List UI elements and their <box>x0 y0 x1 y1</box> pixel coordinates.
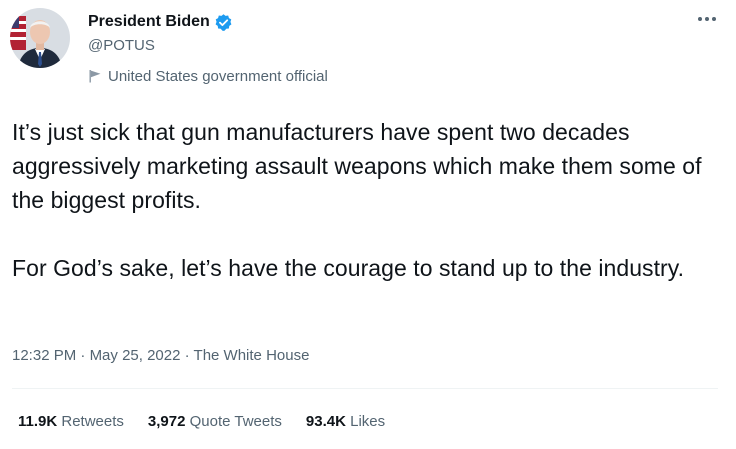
author-handle[interactable]: @POTUS <box>88 37 155 54</box>
retweets-count: 11.9K <box>18 413 58 430</box>
quote-tweets-stat[interactable]: 3,972 Quote Tweets <box>148 413 282 430</box>
retweets-label: Retweets <box>61 413 124 430</box>
tweet-time[interactable]: 12:32 PM <box>12 347 76 364</box>
more-options-button[interactable] <box>692 9 722 29</box>
likes-label: Likes <box>350 413 386 430</box>
avatar-image <box>10 8 70 68</box>
tweet-metadata: 12:32 PM · May 25, 2022 · The White Hous… <box>12 347 309 364</box>
likes-stat[interactable]: 93.4K Likes <box>306 413 385 430</box>
engagement-stats: 11.9K Retweets 3,972 Quote Tweets 93.4K … <box>18 413 385 430</box>
quote-tweets-count: 3,972 <box>147 413 186 430</box>
government-official-label[interactable]: United States government official <box>88 67 328 85</box>
divider <box>12 388 718 389</box>
quote-tweets-label: Quote Tweets <box>189 413 282 430</box>
avatar[interactable] <box>10 8 70 68</box>
tweet-source[interactable]: The White House <box>194 347 310 364</box>
tweet-date[interactable]: May 25, 2022 <box>90 347 181 364</box>
verified-badge-icon <box>214 13 233 32</box>
retweets-stat[interactable]: 11.9K Retweets <box>18 413 124 430</box>
meta-separator: · <box>80 347 86 364</box>
more-options-icon <box>698 17 716 21</box>
flag-icon <box>88 69 102 83</box>
author-name-row: President Biden <box>88 11 233 33</box>
tweet-paragraph: It’s just sick that gun manufacturers ha… <box>12 119 702 213</box>
author-display-name[interactable]: President Biden <box>88 13 210 31</box>
tweet-text: It’s just sick that gun manufacturers ha… <box>12 115 724 285</box>
meta-separator: · <box>184 347 190 364</box>
government-label-text: United States government official <box>108 67 328 85</box>
tweet-paragraph: For God’s sake, let’s have the courage t… <box>12 255 685 281</box>
tweet-card: President Biden @POTUS United States gov… <box>0 0 736 449</box>
likes-count: 93.4K <box>305 413 346 430</box>
